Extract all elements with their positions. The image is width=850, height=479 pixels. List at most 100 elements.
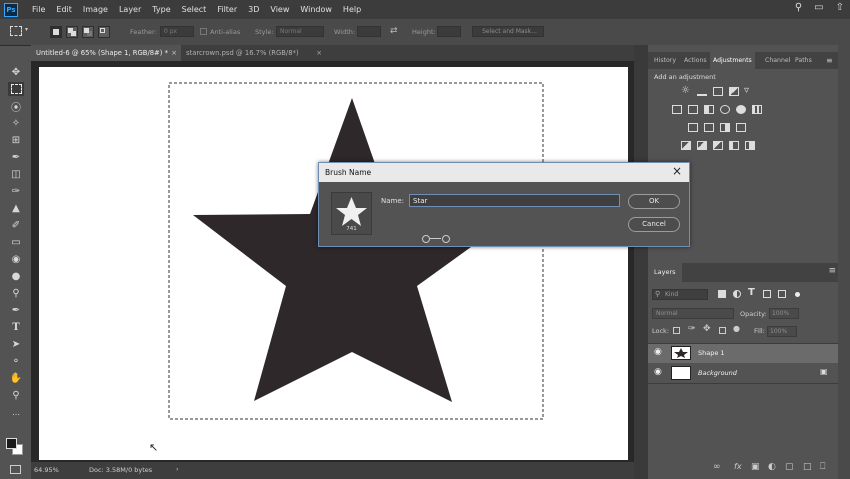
eyedropper-tool-icon[interactable]: ✒ — [8, 150, 24, 164]
menu-type[interactable]: Type — [152, 5, 170, 14]
dodge-tool-icon[interactable]: ⚲ — [8, 286, 24, 300]
blur-tool-icon[interactable]: ● — [8, 269, 24, 283]
kind-filter-select[interactable]: ⚲ Kind — [652, 289, 708, 300]
close-icon[interactable]: × — [171, 45, 177, 61]
new-layer-icon[interactable]: □ — [803, 462, 812, 472]
lasso-tool-icon[interactable]: ⦿ — [8, 99, 24, 114]
add-selection-button[interactable] — [66, 26, 78, 38]
new-group-icon[interactable]: ▢ — [785, 462, 794, 472]
black-white-icon[interactable] — [704, 105, 714, 114]
panel-menu-icon[interactable]: ≡ — [826, 52, 833, 69]
selective-color-icon[interactable] — [736, 123, 746, 132]
visibility-eye-icon[interactable]: ◉ — [654, 347, 662, 357]
link-layers-icon[interactable]: ∞ — [713, 462, 721, 472]
layer-row-shape-1[interactable]: ◉ Shape 1 — [648, 343, 838, 364]
search-icon[interactable]: ⚲ — [795, 2, 802, 13]
vibrance-icon[interactable]: ▿ — [744, 85, 749, 96]
menu-window[interactable]: Window — [300, 5, 332, 14]
color-balance-icon[interactable] — [688, 105, 698, 114]
lock-all-icon[interactable]: ● — [733, 324, 740, 333]
color-lookup-icon[interactable] — [752, 105, 762, 114]
fill-input[interactable]: 100% — [767, 326, 797, 337]
menu-file[interactable]: File — [32, 5, 45, 14]
layers-tab[interactable]: Layers — [648, 263, 682, 282]
levels-icon[interactable] — [697, 87, 707, 96]
layer-row-background[interactable]: ◉ Background ▣ — [648, 363, 838, 384]
clone-stamp-tool-icon[interactable]: ▲ — [8, 201, 24, 215]
tab-starcrown[interactable]: starcrown.psd @ 16.7% (RGB/8*) × — [181, 45, 326, 61]
panel-menu-icon[interactable]: ≡ — [828, 266, 836, 276]
shape-tool-icon[interactable]: ⚬ — [8, 354, 24, 368]
foreground-color-swatch[interactable] — [6, 438, 17, 449]
tab-actions[interactable]: Actions — [684, 52, 707, 69]
menu-select[interactable]: Select — [182, 5, 207, 14]
menu-help[interactable]: Help — [343, 5, 361, 14]
layer-style-icon[interactable]: fx — [734, 462, 742, 471]
adjustment-layer-icon[interactable]: ◐ — [768, 462, 776, 472]
gradient-fill-icon[interactable] — [697, 141, 707, 150]
lock-transparent-icon[interactable] — [673, 327, 680, 334]
magic-wand-tool-icon[interactable]: ✧ — [8, 116, 24, 130]
select-and-mask-button[interactable]: Select and Mask... — [472, 26, 544, 37]
antialias-checkbox[interactable] — [200, 28, 207, 35]
menu-edit[interactable]: Edit — [56, 5, 72, 14]
blend-mode-select[interactable]: Normal — [652, 308, 734, 319]
filter-smart-object-icon[interactable] — [778, 290, 786, 298]
swap-dimensions-icon[interactable]: ⇄ — [390, 26, 398, 36]
lock-artboard-icon[interactable] — [719, 327, 726, 334]
close-icon[interactable]: × — [672, 164, 682, 178]
workspace-icon[interactable]: ▭ — [814, 2, 823, 13]
subtract-selection-button[interactable] — [82, 26, 94, 38]
filter-adjustment-icon[interactable] — [733, 290, 741, 298]
opacity-input[interactable]: 100% — [769, 308, 799, 319]
filter-toggle-icon[interactable] — [795, 292, 800, 297]
crop-tool-icon[interactable]: ⊞ — [8, 133, 24, 147]
menu-image[interactable]: Image — [83, 5, 108, 14]
lock-pixels-icon[interactable]: ✑ — [688, 324, 696, 334]
gradient-map-icon[interactable] — [681, 141, 691, 150]
pattern-icon[interactable] — [713, 141, 723, 150]
more-tools-icon[interactable]: ⋯ — [8, 407, 24, 421]
eraser-tool-icon[interactable]: ▭ — [8, 235, 24, 249]
intersect-selection-button[interactable] — [98, 26, 110, 38]
zoom-level[interactable]: 64.95% — [34, 466, 59, 474]
brush-name-input[interactable]: Star — [409, 194, 620, 207]
exposure-icon[interactable] — [729, 87, 739, 96]
photo-filter-icon[interactable] — [720, 105, 730, 114]
tab-adjustments[interactable]: Adjustments — [710, 52, 755, 69]
document-canvas[interactable]: ↖ — [39, 67, 628, 460]
tab-untitled-6[interactable]: Untitled-6 @ 65% (Shape 1, RGB/8#) * × — [31, 45, 181, 61]
path-selection-tool-icon[interactable]: ➤ — [8, 337, 24, 351]
invert-icon[interactable] — [688, 123, 698, 132]
menu-3d[interactable]: 3D — [248, 5, 259, 14]
move-tool-icon[interactable]: ✥ — [8, 65, 24, 79]
brightness-contrast-icon[interactable]: ☼ — [681, 85, 690, 96]
filter-shape-icon[interactable] — [763, 290, 771, 298]
height-input[interactable] — [437, 26, 461, 37]
replace-color-icon[interactable] — [745, 141, 755, 150]
width-input[interactable] — [357, 26, 381, 37]
solid-color-icon[interactable] — [729, 141, 739, 150]
feather-input[interactable]: 0 px — [160, 26, 194, 37]
visibility-eye-icon[interactable]: ◉ — [654, 367, 662, 377]
quick-mask-icon[interactable] — [10, 465, 21, 474]
marquee-tool-icon[interactable] — [8, 82, 24, 96]
tab-channel[interactable]: Channel — [765, 52, 790, 69]
brush-tool-icon[interactable]: ✑ — [8, 184, 24, 198]
close-icon[interactable]: × — [316, 45, 322, 61]
tab-history[interactable]: History — [654, 52, 676, 69]
zoom-tool-icon[interactable]: ⚲ — [8, 388, 24, 402]
style-select[interactable]: Normal — [276, 26, 324, 37]
channel-mixer-icon[interactable] — [736, 105, 746, 114]
cancel-button[interactable]: Cancel — [628, 217, 680, 232]
menu-layer[interactable]: Layer — [119, 5, 141, 14]
tab-paths[interactable]: Paths — [795, 52, 812, 69]
status-menu-icon[interactable]: › — [176, 465, 179, 473]
dialog-title-bar[interactable]: Brush Name × — [319, 163, 689, 182]
posterize-icon[interactable] — [704, 123, 714, 132]
filter-type-icon[interactable]: T — [748, 287, 755, 298]
filter-pixel-icon[interactable] — [718, 290, 726, 298]
threshold-icon[interactable] — [720, 123, 730, 132]
resize-handle-icon[interactable] — [422, 235, 452, 243]
curves-icon[interactable] — [713, 87, 723, 96]
